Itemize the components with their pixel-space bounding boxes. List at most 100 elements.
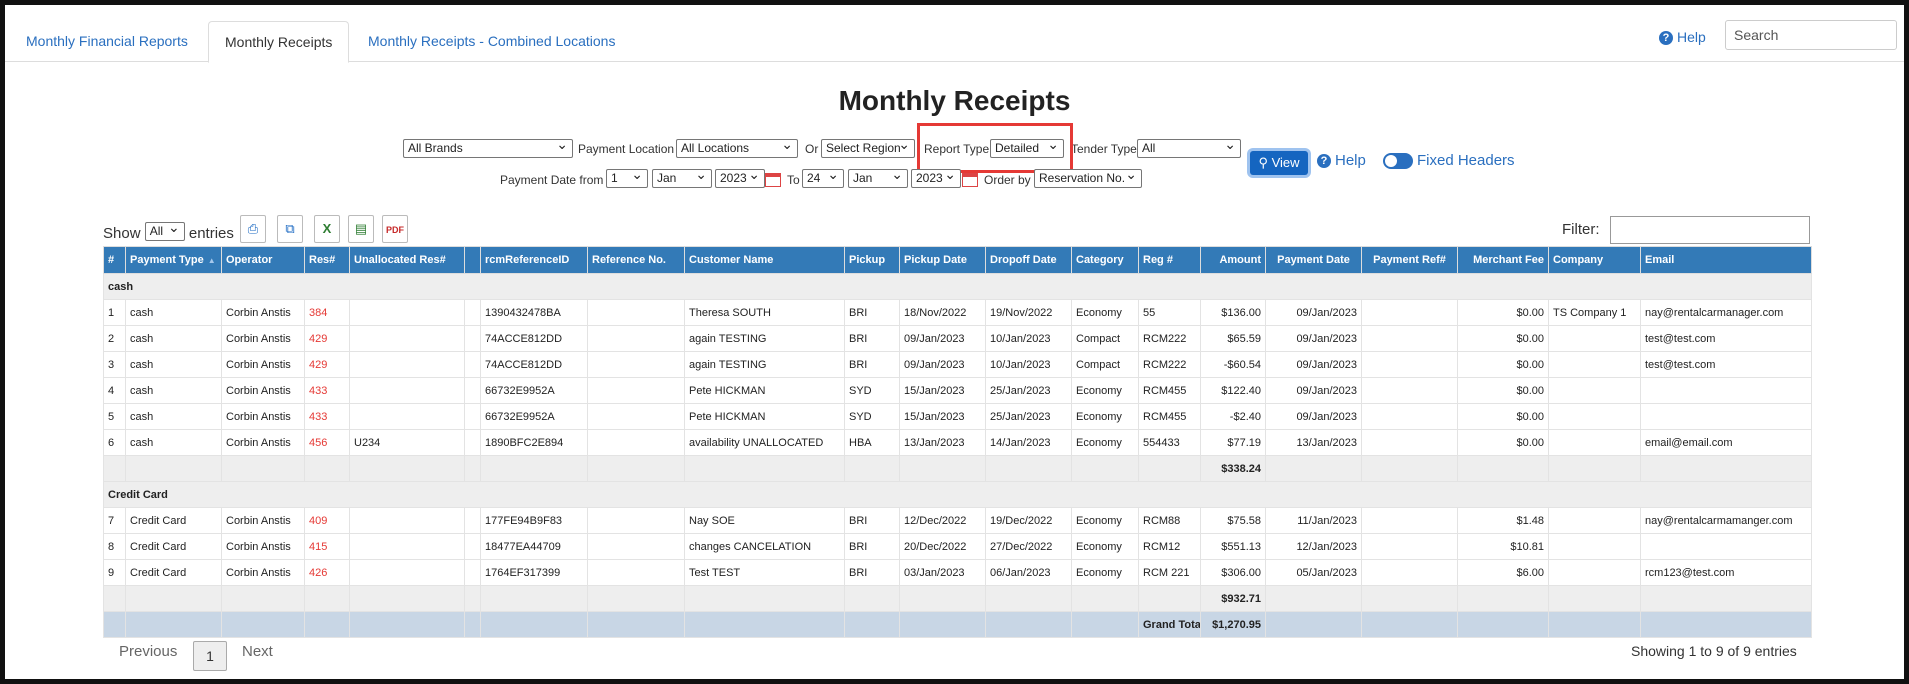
calendar-icon[interactable] bbox=[765, 173, 781, 187]
next-button[interactable]: Next bbox=[242, 643, 273, 660]
grand-total-cell bbox=[480, 611, 588, 638]
tab-monthly-financial-reports[interactable]: Monthly Financial Reports bbox=[10, 21, 204, 61]
column-header-label: Reference No. bbox=[592, 254, 666, 266]
help-icon: ? bbox=[1659, 31, 1673, 45]
column-header-label: Customer Name bbox=[689, 254, 774, 266]
to-year-select[interactable]: 2023 bbox=[911, 169, 961, 188]
table-cell[interactable]: 456 bbox=[304, 429, 350, 456]
tab-monthly-receipts[interactable]: Monthly Receipts bbox=[208, 21, 350, 63]
column-header[interactable]: Pickup bbox=[844, 246, 900, 274]
column-header[interactable]: Pickup Date bbox=[899, 246, 986, 274]
to-day-select[interactable]: 24 bbox=[802, 169, 844, 188]
table-cell: Corbin Anstis bbox=[221, 559, 305, 586]
calendar-icon[interactable] bbox=[962, 173, 978, 187]
brand-select[interactable]: All Brands bbox=[403, 139, 573, 158]
column-header[interactable]: # bbox=[103, 246, 126, 274]
column-header[interactable]: Email bbox=[1640, 246, 1812, 274]
column-header[interactable]: Res# bbox=[304, 246, 350, 274]
table-cell: Economy bbox=[1071, 533, 1139, 560]
column-header[interactable]: Payment Ref# bbox=[1361, 246, 1458, 274]
copy-button[interactable]: ⧉ bbox=[277, 215, 303, 243]
table-cell[interactable]: 384 bbox=[304, 299, 350, 326]
column-header[interactable]: Operator bbox=[221, 246, 305, 274]
pdf-button[interactable]: PDF bbox=[382, 215, 408, 243]
view-button[interactable]: ⚲ View bbox=[1250, 151, 1308, 175]
previous-button[interactable]: Previous bbox=[119, 643, 177, 660]
subtotal-cell bbox=[844, 585, 900, 612]
table-cell: BRI bbox=[844, 507, 900, 534]
tab-monthly-receipts-combined[interactable]: Monthly Receipts - Combined Locations bbox=[352, 21, 631, 61]
table-cell bbox=[349, 559, 465, 586]
column-header[interactable]: Payment Date bbox=[1265, 246, 1362, 274]
table-cell: -$60.54 bbox=[1200, 351, 1266, 378]
table-cell: BRI bbox=[844, 299, 900, 326]
table-cell: 10/Jan/2023 bbox=[985, 325, 1072, 352]
subtotal-cell bbox=[1265, 455, 1362, 482]
column-header[interactable] bbox=[464, 246, 481, 274]
region-select[interactable]: Select Region bbox=[821, 139, 915, 158]
from-day-select[interactable]: 1 bbox=[606, 169, 648, 188]
table-cell[interactable]: 409 bbox=[304, 507, 350, 534]
table-cell[interactable]: 429 bbox=[304, 351, 350, 378]
table-cell: Corbin Anstis bbox=[221, 299, 305, 326]
column-header[interactable]: Reference No. bbox=[587, 246, 685, 274]
filter-input[interactable] bbox=[1610, 216, 1810, 244]
table-cell: 09/Jan/2023 bbox=[899, 325, 986, 352]
table-cell: RCM455 bbox=[1138, 403, 1201, 430]
order-by-select[interactable]: Reservation No. bbox=[1034, 169, 1142, 188]
column-header-label: Pickup bbox=[849, 254, 886, 266]
excel-button[interactable]: X bbox=[314, 215, 340, 243]
subtotal-amount: $932.71 bbox=[1200, 585, 1266, 612]
page-1-button[interactable]: 1 bbox=[193, 641, 227, 671]
table-cell: Corbin Anstis bbox=[221, 325, 305, 352]
table-cell: Nay SOE bbox=[684, 507, 845, 534]
table-cell: -$2.40 bbox=[1200, 403, 1266, 430]
table-row: 9 Credit Card Corbin Anstis 426 1764EF317399… bbox=[103, 559, 1812, 586]
print-button[interactable]: ⎙ bbox=[240, 215, 266, 243]
column-header[interactable]: Dropoff Date bbox=[985, 246, 1072, 274]
column-header[interactable]: Customer Name bbox=[684, 246, 845, 274]
to-label: To bbox=[787, 173, 800, 187]
table-cell[interactable]: 426 bbox=[304, 559, 350, 586]
or-label: Or bbox=[805, 142, 819, 156]
table-cell[interactable]: 415 bbox=[304, 533, 350, 560]
column-header[interactable]: Unallocated Res# bbox=[349, 246, 465, 274]
table-cell bbox=[464, 351, 481, 378]
table-cell bbox=[349, 351, 465, 378]
csv-button[interactable]: ▤ bbox=[348, 215, 374, 243]
subtotal-cell bbox=[221, 455, 305, 482]
column-header[interactable]: Amount bbox=[1200, 246, 1266, 274]
from-year-select[interactable]: 2023 bbox=[715, 169, 765, 188]
table-cell: Credit Card bbox=[125, 533, 222, 560]
table-cell: Test TEST bbox=[684, 559, 845, 586]
column-header[interactable]: Category bbox=[1071, 246, 1139, 274]
help-inline-link[interactable]: ? Help bbox=[1317, 152, 1366, 169]
table-cell: $75.58 bbox=[1200, 507, 1266, 534]
tender-type-select[interactable]: All bbox=[1137, 139, 1241, 158]
show-entries-select[interactable]: All bbox=[144, 222, 185, 241]
table-cell bbox=[464, 403, 481, 430]
table-cell: $136.00 bbox=[1200, 299, 1266, 326]
subtotal-cell bbox=[464, 585, 481, 612]
table-cell[interactable]: 429 bbox=[304, 325, 350, 352]
subtotal-cell bbox=[1457, 455, 1549, 482]
table-cell[interactable]: 433 bbox=[304, 377, 350, 404]
fixed-headers-toggle[interactable] bbox=[1383, 153, 1413, 169]
show-entries: Show All entries bbox=[103, 219, 234, 242]
column-header[interactable]: Payment Type ▲ bbox=[125, 246, 222, 274]
from-month-select[interactable]: Jan bbox=[652, 169, 712, 188]
help-link[interactable]: ? Help bbox=[1659, 29, 1706, 45]
table-cell: SYD bbox=[844, 377, 900, 404]
table-cell bbox=[587, 507, 685, 534]
to-month-select[interactable]: Jan bbox=[848, 169, 908, 188]
column-header-label: Company bbox=[1553, 254, 1604, 266]
column-header[interactable]: Reg # bbox=[1138, 246, 1201, 274]
payment-location-select[interactable]: All Locations bbox=[676, 139, 798, 158]
column-header[interactable]: Company bbox=[1548, 246, 1641, 274]
column-header[interactable]: rcmReferenceID bbox=[480, 246, 588, 274]
grand-total-cell bbox=[103, 611, 126, 638]
search-input[interactable] bbox=[1725, 20, 1897, 50]
column-header[interactable]: Merchant Fee bbox=[1457, 246, 1549, 274]
table-cell[interactable]: 433 bbox=[304, 403, 350, 430]
table-cell: availability UNALLOCATED bbox=[684, 429, 845, 456]
